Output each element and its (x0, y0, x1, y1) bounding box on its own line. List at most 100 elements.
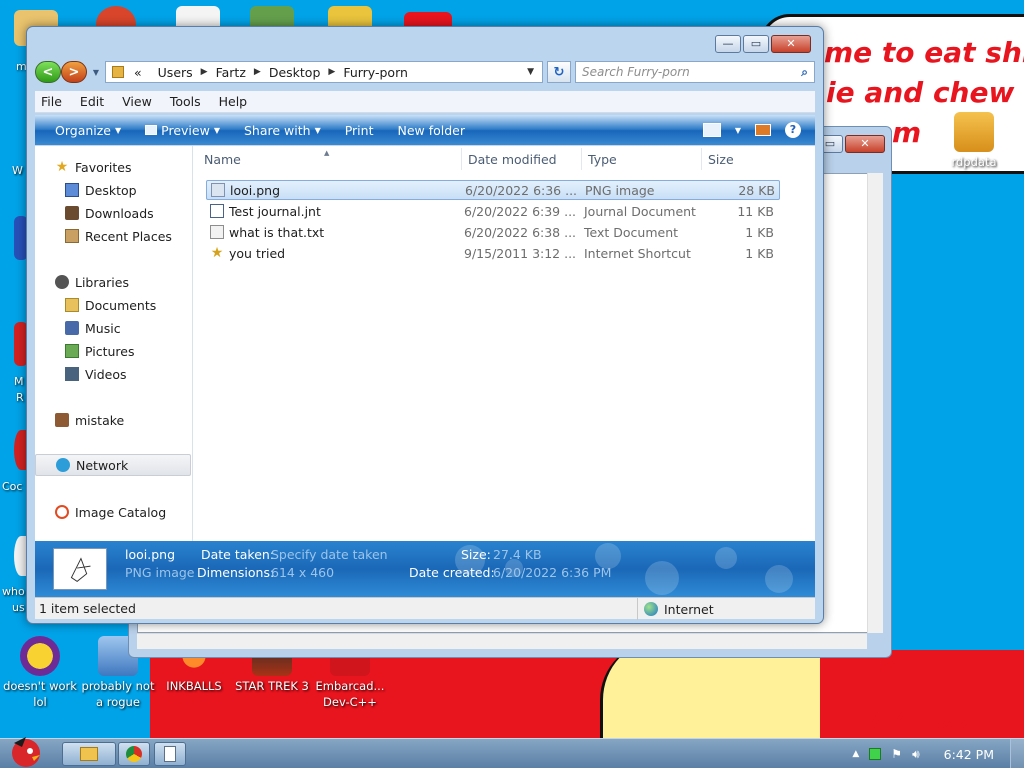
explorer-window[interactable]: — ▭ ✕ < > ▼ « Users ▶ Fartz ▶ Desktop ▶ … (26, 26, 824, 624)
show-hidden-icons[interactable]: ▲ (852, 749, 859, 759)
videos-icon (65, 367, 79, 381)
edge-label: W (12, 164, 23, 177)
show-desktop-button[interactable] (1010, 739, 1024, 768)
nav-music[interactable]: Music (35, 317, 191, 339)
chevron-down-icon: ▼ (213, 125, 220, 135)
nav-label: Recent Places (85, 228, 172, 244)
recent-places-icon (65, 229, 79, 243)
back-button[interactable]: < (35, 61, 61, 83)
nav-documents[interactable]: Documents (35, 294, 191, 316)
desktop-icon-yahoo[interactable]: doesn't work lol (0, 636, 80, 710)
column-header-name[interactable]: Name ▲ (198, 148, 462, 170)
nav-libraries[interactable]: Libraries (35, 271, 191, 293)
flag-icon[interactable]: ⚑ (891, 747, 902, 761)
taskbar-chrome-button[interactable] (118, 742, 150, 766)
file-date: 6/20/2022 6:38 ... (464, 224, 577, 240)
network-status-icon[interactable] (869, 748, 882, 760)
clock[interactable]: 6:42 PM (944, 747, 994, 762)
nav-pictures[interactable]: Pictures (35, 340, 191, 362)
nav-downloads[interactable]: Downloads (35, 202, 191, 224)
forward-button[interactable]: > (61, 61, 87, 83)
menu-view[interactable]: View (122, 94, 152, 109)
help-icon[interactable]: ? (785, 122, 801, 138)
file-row[interactable]: Test journal.jnt 6/20/2022 6:39 ... Jour… (206, 201, 780, 221)
nav-homegroup[interactable]: mistake (35, 409, 191, 431)
png-file-icon (211, 183, 225, 197)
menu-edit[interactable]: Edit (80, 94, 104, 109)
nav-label: Network (76, 457, 129, 473)
breadcrumb-overflow[interactable]: « (126, 65, 150, 80)
file-size: 1 KB (745, 245, 774, 261)
breadcrumb-users[interactable]: Users (150, 65, 201, 80)
new-folder-button[interactable]: New folder (385, 123, 477, 138)
breadcrumb-desktop[interactable]: Desktop (261, 65, 329, 80)
start-button-angry-bird-icon[interactable] (2, 733, 48, 768)
nav-label: Downloads (85, 205, 154, 221)
background-window-horizontal-scrollbar[interactable] (137, 633, 867, 649)
edge-label: Coc (2, 480, 23, 493)
file-row[interactable]: looi.png 6/20/2022 6:36 ... PNG image 28… (206, 180, 780, 200)
text-file-icon (210, 225, 224, 239)
file-date: 6/20/2022 6:39 ... (464, 203, 577, 219)
file-row[interactable]: ★ you tried 9/15/2011 3:12 ... Internet S… (206, 243, 780, 263)
menu-help[interactable]: Help (219, 94, 248, 109)
maximize-button[interactable]: ▭ (743, 35, 769, 53)
recent-pages-dropdown[interactable]: ▼ (91, 68, 101, 77)
minimize-button[interactable]: — (715, 35, 741, 53)
chevron-right-icon[interactable]: ▶ (201, 67, 208, 77)
edge-label: us (12, 601, 25, 614)
details-filetype: PNG image (125, 565, 195, 580)
nav-favorites[interactable]: ★ Favorites (35, 156, 191, 178)
homegroup-icon (55, 413, 69, 427)
desktop-icon-label: INKBALLS (166, 679, 222, 693)
print-button[interactable]: Print (333, 123, 386, 138)
chevron-right-icon[interactable]: ▶ (328, 67, 335, 77)
organize-button[interactable]: Organize ▼ (43, 123, 133, 138)
desktop-icon-label: STAR TREK 3 (235, 679, 309, 693)
menu-tools[interactable]: Tools (170, 94, 201, 109)
nav-videos[interactable]: Videos (35, 363, 191, 385)
background-window-close-button[interactable]: ✕ (845, 135, 885, 153)
nav-recent-places[interactable]: Recent Places (35, 225, 191, 247)
system-tray: ▲ ⚑ 🔊︎ 6:42 PM (852, 739, 1024, 768)
share-with-button[interactable]: Share with ▼ (232, 123, 333, 138)
file-type: Text Document (584, 224, 679, 240)
chevron-down-icon[interactable]: ▼ (735, 126, 741, 135)
column-header-size[interactable]: Size (702, 148, 782, 170)
folder-icon (80, 747, 98, 761)
refresh-button[interactable]: ↻ (547, 61, 571, 83)
search-input[interactable]: Search Furry-porn ⌕ (575, 61, 815, 83)
command-bar: Organize ▼ Preview ▼ Share with ▼ Print New… (35, 115, 815, 145)
preview-button[interactable]: Preview ▼ (133, 123, 232, 138)
change-view-icon[interactable] (702, 123, 721, 137)
taskbar-explorer-button[interactable] (62, 742, 116, 766)
search-icon[interactable]: ⌕ (801, 65, 808, 80)
journal-file-icon (210, 204, 224, 218)
share-with-label: Share with (243, 122, 311, 138)
breadcrumb-fartz[interactable]: Fartz (208, 65, 254, 80)
column-header-type[interactable]: Type (582, 148, 702, 170)
close-button[interactable]: ✕ (771, 35, 811, 53)
file-row[interactable]: what is that.txt 6/20/2022 6:38 ... Text… (206, 222, 780, 242)
chevron-down-icon: ▼ (115, 125, 122, 135)
background-window-vertical-scrollbar[interactable] (867, 173, 883, 633)
menu-file[interactable]: File (41, 94, 62, 109)
column-header-date[interactable]: Date modified (462, 148, 582, 170)
file-thumbnail (53, 548, 107, 590)
preview-pane-icon[interactable] (755, 124, 771, 136)
nav-network[interactable]: Network (35, 454, 191, 476)
nav-image-catalog[interactable]: Image Catalog (35, 501, 191, 523)
details-date-taken-value[interactable]: Specify date taken (271, 547, 388, 562)
breadcrumb-current-folder[interactable]: Furry-porn (335, 65, 416, 80)
desktop-icon (65, 183, 79, 197)
chevron-down-icon[interactable]: ▼ (519, 67, 542, 77)
desktop-icon-rdpdata[interactable]: rdpdata (934, 112, 1014, 170)
explorer-content: ★ Favorites Desktop Downloads Recent Plac… (35, 145, 815, 541)
address-bar[interactable]: « Users ▶ Fartz ▶ Desktop ▶ Furry-porn ▼ (105, 61, 543, 83)
chevron-right-icon[interactable]: ▶ (254, 67, 261, 77)
file-size: 1 KB (745, 224, 774, 240)
taskbar-notepad-button[interactable] (154, 742, 186, 766)
nav-desktop[interactable]: Desktop (35, 179, 191, 201)
volume-icon[interactable]: 🔊︎ (912, 747, 920, 762)
internet-shortcut-star-icon: ★ (210, 245, 224, 261)
